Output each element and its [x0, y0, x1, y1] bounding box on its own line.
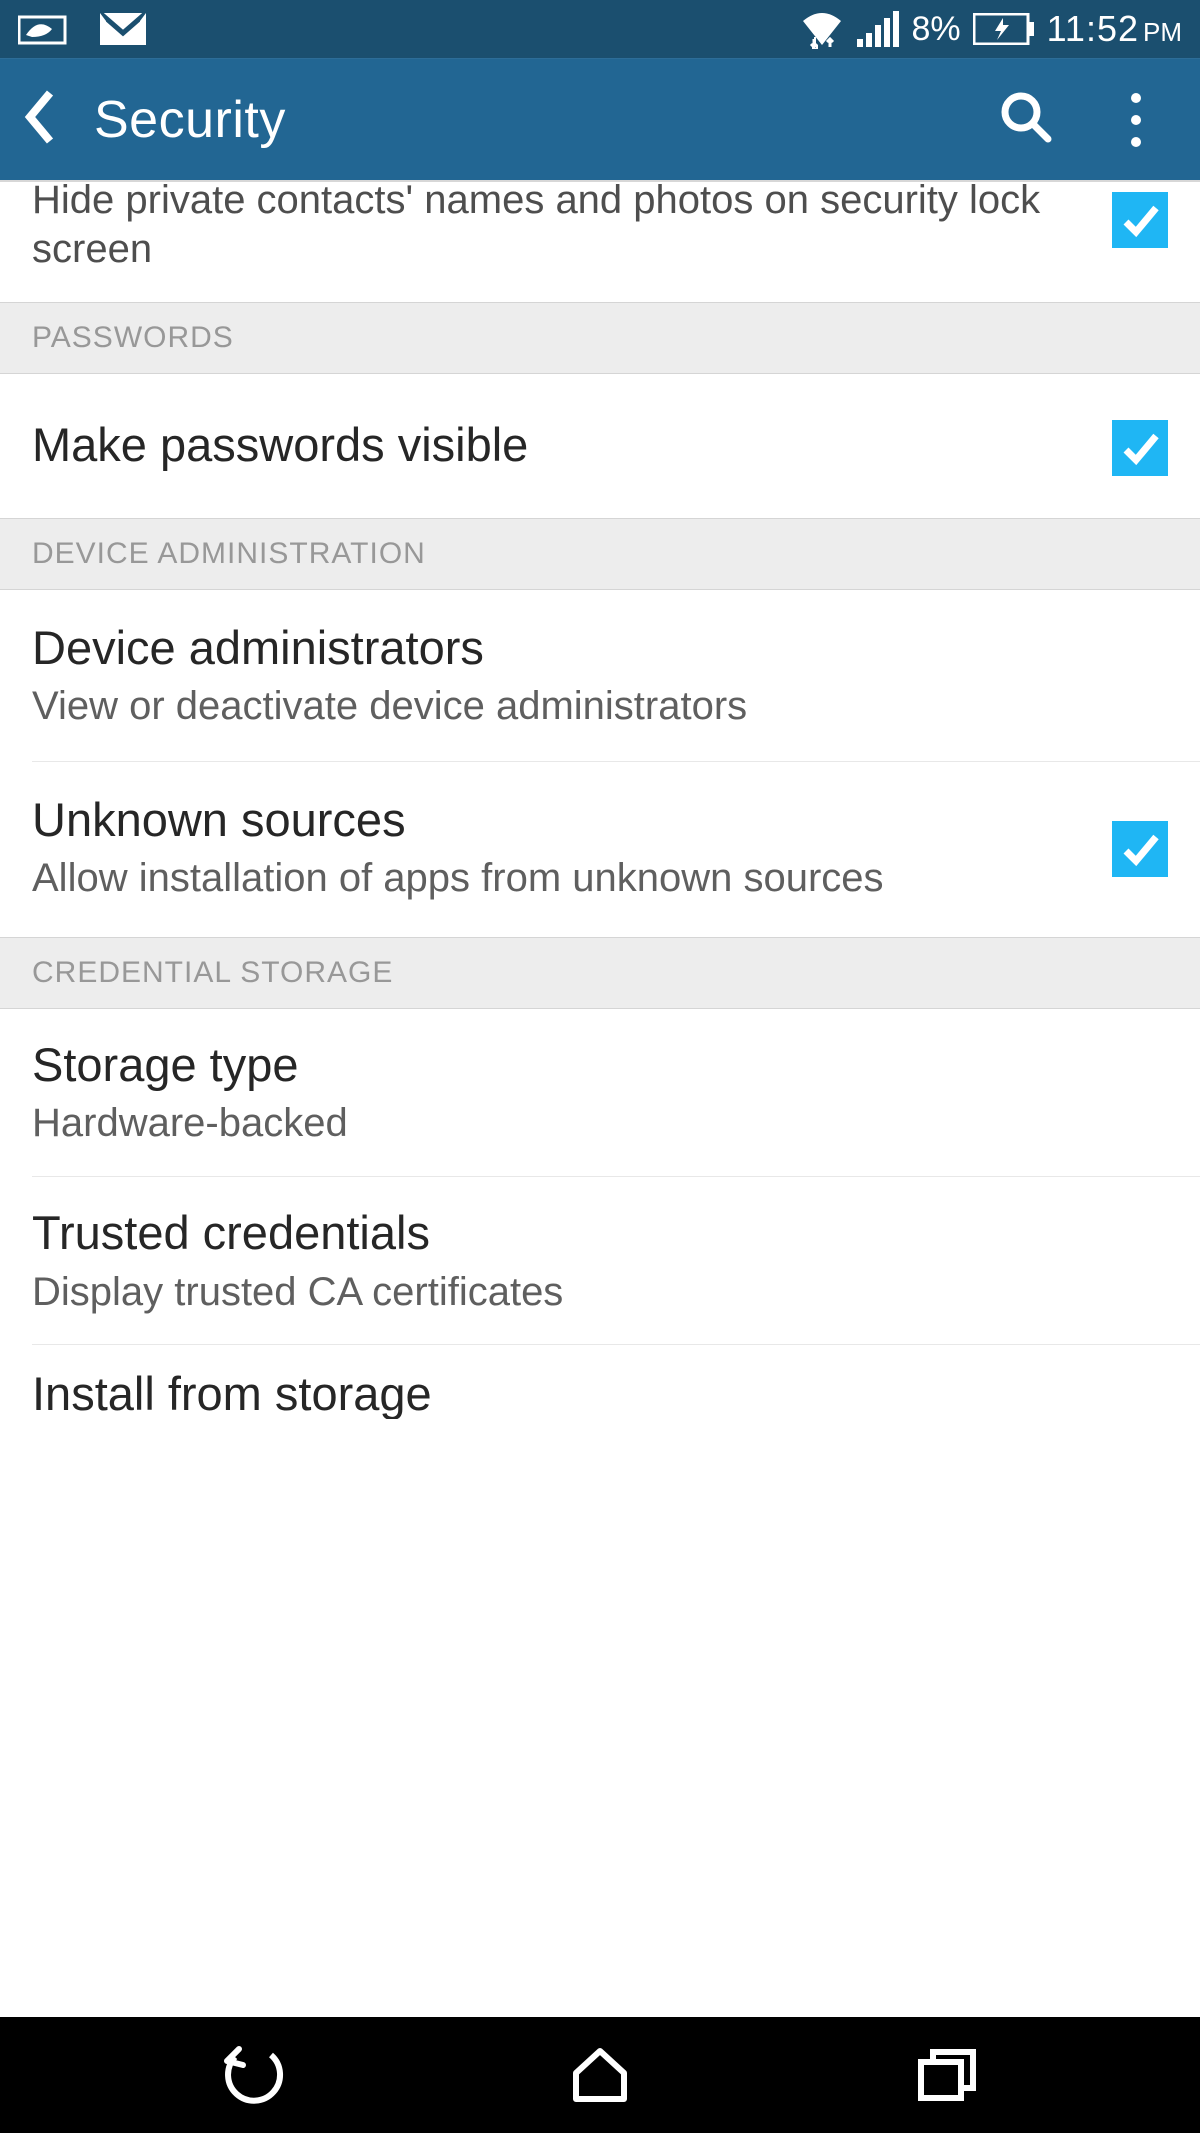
- more-options-button[interactable]: [1122, 93, 1150, 147]
- battery-percentage: 8%: [911, 10, 960, 49]
- nav-recent-button[interactable]: [902, 2030, 992, 2120]
- setting-make-passwords-visible[interactable]: Make passwords visible: [0, 374, 1200, 518]
- setting-title: Storage type: [32, 1037, 1168, 1093]
- wifi-icon: [799, 9, 845, 49]
- setting-device-administrators[interactable]: Device administrators View or deactivate…: [0, 590, 1200, 761]
- setting-install-from-storage[interactable]: Install from storage: [0, 1345, 1200, 1419]
- back-button[interactable]: [22, 89, 56, 150]
- setting-title: Trusted credentials: [32, 1205, 1168, 1261]
- status-time: 11:52PM: [1047, 8, 1182, 50]
- search-button[interactable]: [998, 89, 1054, 150]
- setting-description: Allow installation of apps from unknown …: [32, 854, 1088, 903]
- notification-leaf-icon: [18, 11, 70, 47]
- page-title: Security: [94, 90, 286, 150]
- checkbox-hide-private-contacts[interactable]: [1112, 192, 1168, 248]
- setting-description: Display trusted CA certificates: [32, 1268, 1168, 1317]
- gmail-icon: [98, 11, 148, 47]
- checkbox-make-passwords-visible[interactable]: [1112, 420, 1168, 476]
- navigation-bar: [0, 2017, 1200, 2133]
- setting-storage-type[interactable]: Storage type Hardware-backed: [0, 1009, 1200, 1176]
- section-header-device-admin: DEVICE ADMINISTRATION: [0, 518, 1200, 590]
- setting-unknown-sources[interactable]: Unknown sources Allow installation of ap…: [0, 762, 1200, 937]
- setting-trusted-credentials[interactable]: Trusted credentials Display trusted CA c…: [0, 1177, 1200, 1344]
- setting-hide-private-contacts[interactable]: Hide private contacts' names and photos …: [0, 180, 1200, 302]
- setting-description: Hide private contacts' names and photos …: [32, 180, 1088, 274]
- section-header-credential-storage: CREDENTIAL STORAGE: [0, 937, 1200, 1009]
- settings-list[interactable]: Hide private contacts' names and photos …: [0, 180, 1200, 2017]
- checkbox-unknown-sources[interactable]: [1112, 821, 1168, 877]
- app-bar: Security: [0, 58, 1200, 180]
- setting-title: Install from storage: [32, 1366, 1168, 1419]
- section-header-passwords: PASSWORDS: [0, 302, 1200, 374]
- setting-title: Unknown sources: [32, 792, 1088, 848]
- status-bar: 8% 11:52PM: [0, 0, 1200, 58]
- setting-description: Hardware-backed: [32, 1099, 1168, 1148]
- nav-back-button[interactable]: [208, 2030, 298, 2120]
- battery-charging-icon: [973, 13, 1035, 45]
- setting-title: Make passwords visible: [32, 417, 1088, 473]
- setting-title: Device administrators: [32, 620, 1168, 676]
- setting-description: View or deactivate device administrators: [32, 682, 1168, 731]
- nav-home-button[interactable]: [555, 2030, 645, 2120]
- signal-icon: [857, 11, 899, 47]
